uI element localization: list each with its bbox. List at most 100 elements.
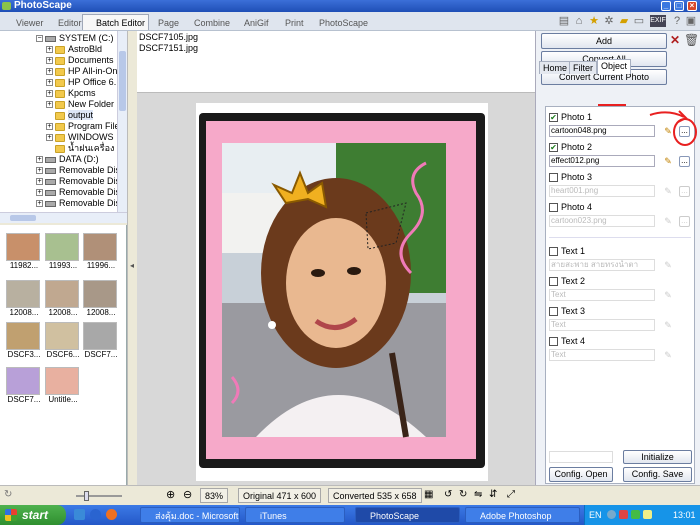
thumbnail-item[interactable]: DSCF7... [6, 367, 42, 409]
tree-item[interactable]: น้ำฝนเครื่อง [55, 143, 114, 154]
tab-combine[interactable]: Combine [180, 14, 234, 30]
expand-icon[interactable]: + [46, 68, 53, 76]
show-desktop-icon[interactable] [74, 509, 85, 520]
tray-antivirus-icon[interactable] [619, 510, 628, 519]
checkbox[interactable] [549, 173, 558, 183]
tab-page[interactable]: Page [144, 14, 183, 30]
tab-home[interactable]: Home [539, 61, 572, 74]
checkbox-checked[interactable]: ✔ [549, 113, 558, 123]
checkbox[interactable] [549, 307, 558, 317]
rotate-right-icon[interactable]: ↻ [459, 489, 467, 500]
close-button[interactable]: × [687, 1, 697, 11]
expand-icon[interactable]: + [46, 101, 53, 109]
collapse-icon[interactable]: − [36, 35, 43, 43]
thumbnail-item[interactable]: 11982... [6, 233, 42, 275]
tree-item[interactable]: + New Folder [46, 99, 114, 110]
tab-batch-editor[interactable]: Batch Editor [82, 14, 150, 30]
fit-icon[interactable]: ⤢ [507, 489, 515, 500]
edit-text-icon[interactable]: ✎ [662, 290, 674, 300]
flip-vertical-icon[interactable]: ⇵ [489, 489, 497, 500]
start-button[interactable]: start [0, 505, 66, 525]
text-1-checkbox-row[interactable]: Text 1 [549, 245, 585, 257]
text-1-field[interactable]: สายสะพาย สายทรงน้ำตา [549, 259, 655, 271]
photo-2-checkbox-row[interactable]: ✔ Photo 2 [549, 141, 592, 153]
thumbnail-item[interactable]: 12008... [45, 280, 81, 322]
tree-vertical-scrollbar[interactable] [117, 31, 127, 212]
home-icon[interactable]: ⌂ [573, 15, 585, 27]
file-item[interactable]: DSCF7151.jpg [139, 43, 198, 53]
text-4-checkbox-row[interactable]: Text 4 [549, 335, 585, 347]
firefox-icon[interactable] [106, 509, 117, 520]
thumbnail-item[interactable]: 11996... [83, 233, 119, 275]
thumbnail-item[interactable]: 11993... [45, 233, 81, 275]
taskbar-item-itunes[interactable]: iTunes [245, 507, 345, 523]
thumbnail-item[interactable]: DSCF6... [45, 322, 81, 364]
thumbnail-item[interactable]: DSCF7... [83, 322, 119, 364]
tree-item[interactable]: + Removable Disk [36, 176, 125, 187]
folder-icon[interactable]: ▰ [618, 15, 630, 27]
tree-item[interactable]: + Removable Disk [36, 165, 125, 176]
trash-icon[interactable]: 🗑 [684, 33, 699, 47]
edit-photo-icon[interactable]: ✎ [662, 216, 674, 226]
tree-horizontal-scrollbar[interactable] [0, 212, 127, 223]
collapse-arrow-icon[interactable]: ◂ [130, 261, 134, 270]
text-3-field[interactable]: Text [549, 319, 655, 331]
tree-item[interactable]: + AstroBld [46, 44, 102, 55]
config-open-button[interactable]: Config. Open [549, 467, 613, 482]
tab-anigif[interactable]: AniGif [230, 14, 273, 30]
slider-thumb[interactable] [84, 491, 89, 501]
tree-item[interactable]: + Documents [46, 55, 114, 66]
expand-icon[interactable]: + [36, 167, 43, 175]
checkbox[interactable] [549, 247, 558, 257]
photo-2-file-field[interactable]: effect012.png [549, 155, 655, 167]
tab-print[interactable]: Print [271, 14, 308, 30]
taskbar-item-photoscape[interactable]: PhotoScape [355, 507, 460, 523]
edit-text-icon[interactable]: ✎ [662, 350, 674, 360]
taskbar-item-photoshop[interactable]: Adobe Photoshop [465, 507, 580, 523]
photo-4-file-field[interactable]: cartoon023.png [549, 215, 655, 227]
tree-item[interactable]: + HP All-in-On [46, 66, 117, 77]
internet-explorer-icon[interactable] [90, 509, 101, 520]
thumbnail-item[interactable]: 12008... [83, 280, 119, 322]
initialize-button[interactable]: Initialize [623, 450, 692, 464]
minimize-button[interactable]: _ [661, 1, 671, 11]
edit-text-icon[interactable]: ✎ [662, 320, 674, 330]
add-button[interactable]: Add [541, 33, 667, 49]
file-item[interactable]: DSCF7105.jpg [139, 32, 198, 42]
expand-icon[interactable]: + [46, 123, 53, 131]
checkbox[interactable] [549, 277, 558, 287]
checkbox[interactable] [549, 203, 558, 213]
tray-app-icon[interactable] [631, 510, 640, 519]
tree-item[interactable]: + Kpcms [46, 88, 96, 99]
tab-editor[interactable]: Editor [44, 14, 86, 30]
config-save-button[interactable]: Config. Save [623, 467, 692, 482]
edit-photo-icon[interactable]: ✎ [662, 186, 674, 196]
rotate-icon[interactable]: ↻ [4, 489, 12, 500]
language-indicator[interactable]: EN [589, 505, 602, 525]
expand-icon[interactable]: + [36, 200, 43, 208]
expand-icon[interactable]: + [46, 46, 53, 54]
window-icon[interactable]: ▭ [633, 15, 645, 27]
expand-icon[interactable]: + [46, 134, 53, 142]
tree-item[interactable]: + WINDOWS [46, 132, 114, 143]
star-icon[interactable]: ★ [588, 15, 600, 27]
checkbox[interactable] [549, 337, 558, 347]
help-icon[interactable]: ? [671, 15, 683, 27]
transparency-icon[interactable]: ▦ [424, 489, 433, 500]
tree-item[interactable]: + DATA (D:) [36, 154, 99, 165]
edit-photo-icon[interactable]: ✎ [662, 156, 674, 166]
thumbnail-item[interactable]: Untitle... [45, 367, 81, 409]
text-4-field[interactable]: Text [549, 349, 655, 361]
photo-1-checkbox-row[interactable]: ✔ Photo 1 [549, 111, 592, 123]
exif-icon[interactable]: EXIF [650, 15, 666, 27]
tree-item[interactable]: + HP Office 6. [46, 77, 116, 88]
browse-button[interactable]: ... [679, 156, 690, 167]
thumbnail-size-slider[interactable] [76, 491, 122, 501]
tab-viewer[interactable]: Viewer [2, 14, 47, 30]
maximize-button[interactable]: □ [674, 1, 684, 11]
maximize-view-icon[interactable]: ▣ [685, 15, 697, 27]
tree-item[interactable]: − SYSTEM (C:) [36, 33, 114, 44]
tab-photoscape[interactable]: PhotoScape [305, 14, 372, 30]
browse-button[interactable]: ... [679, 186, 690, 197]
zoom-out-icon[interactable]: ⊖ [183, 488, 192, 501]
